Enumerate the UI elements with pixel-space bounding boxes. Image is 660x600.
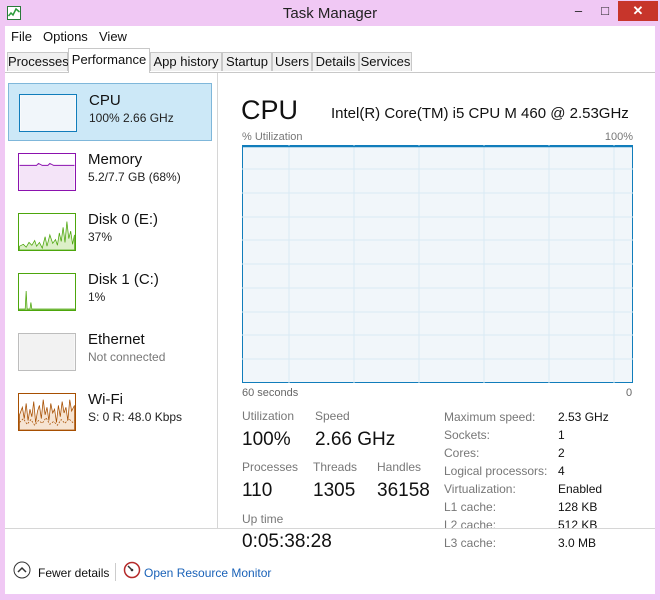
tab-strip: Processes Performance App history Startu… (5, 48, 655, 73)
sidebar-item-title: Ethernet (88, 331, 145, 348)
graph-x-right-label: 0 (626, 387, 633, 399)
sidebar-item-disk-1[interactable]: Disk 1 (C:) 1% (8, 263, 212, 321)
sidebar-item-subtitle: 5.2/7.7 GB (68%) (88, 170, 181, 184)
sidebar-item-wifi[interactable]: Wi-Fi S: 0 R: 48.0 Kbps (8, 383, 212, 441)
tab-performance[interactable]: Performance (68, 48, 150, 73)
sidebar-item-title: Memory (88, 151, 143, 168)
sidebar-item-subtitle: 37% (88, 230, 113, 244)
footer-separator (115, 563, 116, 581)
footer-bar: Fewer details Open Resource Monitor (5, 528, 655, 595)
spec-value: 2.53 GHz (558, 410, 609, 424)
sidebar-item-ethernet[interactable]: Ethernet Not connected (8, 323, 212, 381)
resource-monitor-icon (123, 561, 141, 579)
tab-app-history[interactable]: App history (150, 52, 222, 71)
title-bar[interactable]: Task Manager – □ ✕ (0, 0, 660, 26)
task-manager-window: Task Manager – □ ✕ File Options View Pro… (0, 0, 660, 600)
sidebar-item-title: CPU (89, 92, 121, 109)
spec-label: Cores: (444, 446, 480, 460)
menu-options[interactable]: Options (43, 29, 88, 44)
cpu-thumbnail-graph (19, 94, 77, 132)
wifi-thumbnail-graph (18, 393, 76, 431)
tab-details[interactable]: Details (312, 52, 359, 71)
close-button[interactable]: ✕ (618, 1, 658, 21)
cpu-utilization-graph (242, 145, 633, 383)
tab-users[interactable]: Users (272, 52, 312, 71)
utilization-value: 100% (242, 429, 291, 450)
fewer-details-link[interactable]: Fewer details (38, 566, 109, 580)
spec-value: 128 KB (558, 500, 598, 514)
threads-value: 1305 (313, 480, 356, 501)
spec-label: Virtualization: (444, 482, 516, 496)
cpu-model-name: Intel(R) Core(TM) i5 CPU M 460 @ 2.53GHz (331, 105, 629, 122)
tab-startup[interactable]: Startup (222, 52, 272, 71)
handles-value: 36158 (377, 480, 430, 501)
processes-label: Processes (242, 460, 299, 474)
open-resource-monitor-link[interactable]: Open Resource Monitor (144, 566, 271, 580)
sidebar-item-subtitle: Not connected (88, 350, 166, 364)
memory-thumbnail-graph (18, 153, 76, 191)
sidebar-item-subtitle: S: 0 R: 48.0 Kbps (88, 410, 183, 424)
tab-processes[interactable]: Processes (7, 52, 69, 71)
sidebar-item-title: Wi-Fi (88, 391, 123, 408)
spec-value: 1 (558, 428, 565, 442)
sidebar-item-memory[interactable]: Memory 5.2/7.7 GB (68%) (8, 143, 212, 201)
tab-services[interactable]: Services (359, 52, 412, 71)
spec-value: 4 (558, 464, 565, 478)
spec-label: Sockets: (444, 428, 491, 442)
menu-bar: File Options View (5, 26, 655, 48)
client-area: File Options View Processes Performance … (5, 26, 655, 594)
chevron-up-icon[interactable] (13, 561, 31, 579)
graph-x-left-label: 60 seconds (242, 387, 299, 399)
menu-view[interactable]: View (99, 29, 127, 44)
speed-value: 2.66 GHz (315, 429, 396, 450)
sidebar-item-subtitle: 1% (88, 290, 106, 304)
processes-value: 110 (242, 480, 273, 501)
sidebar-item-disk-0[interactable]: Disk 0 (E:) 37% (8, 203, 212, 261)
uptime-label: Up time (242, 512, 284, 526)
speed-label: Speed (315, 409, 350, 423)
sidebar-item-cpu[interactable]: CPU 100% 2.66 GHz (8, 83, 212, 141)
spec-value: Enabled (558, 482, 603, 496)
sidebar-item-title: Disk 0 (E:) (88, 211, 159, 228)
maximize-button[interactable]: □ (592, 1, 618, 21)
window-title: Task Manager (282, 5, 378, 22)
resource-sidebar: CPU 100% 2.66 GHz Memory 5.2/7.7 GB (68%… (5, 73, 218, 528)
spec-value: 2 (558, 446, 565, 460)
sidebar-item-title: Disk 1 (C:) (88, 271, 159, 288)
disk-0-thumbnail-graph (18, 213, 76, 251)
ethernet-thumbnail-graph (18, 333, 76, 371)
disk-1-thumbnail-graph (18, 273, 76, 311)
spec-label: Logical processors: (444, 464, 548, 478)
minimize-button[interactable]: – (565, 1, 592, 21)
graph-y-max-label: 100% (604, 131, 633, 143)
utilization-label: Utilization (242, 409, 295, 423)
sidebar-item-subtitle: 100% 2.66 GHz (89, 111, 174, 125)
spec-label: L1 cache: (444, 500, 497, 514)
menu-file[interactable]: File (11, 29, 32, 44)
resource-title: CPU (241, 95, 299, 125)
spec-label: Maximum speed: (444, 410, 536, 424)
graph-y-label: % Utilization (242, 131, 303, 143)
threads-label: Threads (313, 460, 358, 474)
handles-label: Handles (377, 460, 422, 474)
performance-detail-pane: CPU Intel(R) Core(TM) i5 CPU M 460 @ 2.5… (218, 73, 655, 552)
